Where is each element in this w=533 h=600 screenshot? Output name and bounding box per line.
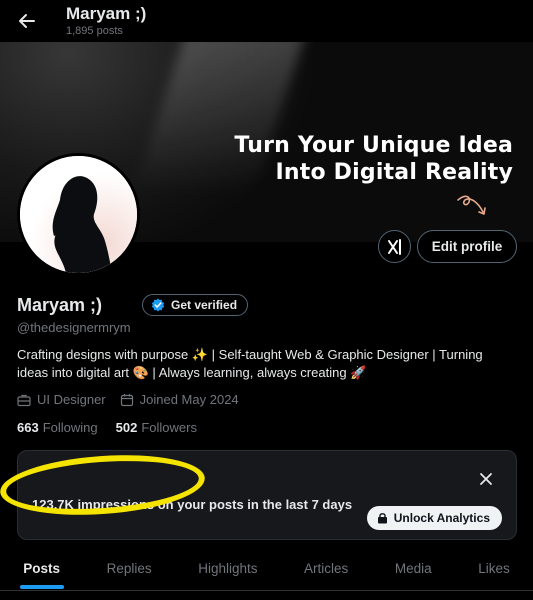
- follow-stats: 663 Following 502 Followers: [17, 420, 197, 435]
- tab-likes[interactable]: Likes: [455, 548, 533, 588]
- profession-item: UI Designer: [17, 392, 106, 407]
- close-icon: [480, 473, 492, 485]
- unlock-analytics-label: Unlock Analytics: [393, 511, 490, 525]
- avatar[interactable]: [17, 153, 140, 276]
- top-bar: Maryam ;) 1,895 posts: [0, 0, 533, 42]
- profile-bio: Crafting designs with purpose ✨ | Self-t…: [17, 347, 483, 380]
- get-verified-button[interactable]: Get verified: [142, 294, 249, 316]
- tab-label: Articles: [304, 560, 349, 576]
- header-title: Maryam ;): [66, 4, 147, 23]
- banner-line-2: Into Digital Reality: [275, 160, 513, 185]
- banner-headline: Turn Your Unique Idea Into Digital Reali…: [234, 132, 513, 186]
- following-link[interactable]: 663 Following: [17, 420, 98, 435]
- followers-link[interactable]: 502 Followers: [116, 420, 197, 435]
- following-label: Following: [42, 420, 98, 435]
- grok-icon: [387, 238, 401, 255]
- active-tab-indicator: [19, 585, 64, 589]
- lock-icon: [377, 513, 387, 524]
- tab-label: Media: [394, 560, 432, 576]
- analytics-card: 123.7K impressions on your posts in the …: [17, 450, 517, 540]
- followers-label: Followers: [141, 420, 197, 435]
- profession-label: UI Designer: [37, 392, 106, 407]
- get-verified-label: Get verified: [171, 298, 238, 312]
- user-handle: @thedesignermrym: [17, 320, 131, 335]
- verified-badge-icon: [151, 298, 165, 312]
- back-arrow-icon: [19, 14, 35, 28]
- tab-label: Likes: [478, 560, 510, 576]
- briefcase-icon: [17, 394, 31, 406]
- display-name: Maryam ;): [17, 295, 103, 315]
- tab-replies[interactable]: Replies: [83, 548, 175, 588]
- joined-item: Joined May 2024: [120, 392, 239, 407]
- joined-label: Joined May 2024: [139, 392, 239, 407]
- profile-meta: UI Designer Joined May 2024: [17, 392, 239, 407]
- tab-posts[interactable]: Posts: [0, 548, 83, 589]
- dismiss-card-button[interactable]: [478, 471, 494, 487]
- tabs-divider: [0, 590, 533, 591]
- tab-label: Posts: [23, 560, 61, 576]
- tab-label: Highlights: [198, 560, 258, 576]
- tab-label: Replies: [106, 560, 152, 576]
- calendar-icon: [120, 393, 133, 406]
- edit-profile-button[interactable]: Edit profile: [417, 230, 517, 263]
- grok-button[interactable]: [378, 230, 411, 263]
- tab-highlights[interactable]: Highlights: [175, 548, 281, 588]
- swirl-arrow-icon: [457, 195, 486, 215]
- avatar-silhouette-icon: [20, 156, 137, 273]
- back-button[interactable]: [14, 8, 40, 34]
- tab-media[interactable]: Media: [372, 548, 455, 588]
- unlock-analytics-button[interactable]: Unlock Analytics: [366, 506, 502, 530]
- post-count: 1,895 posts: [66, 25, 123, 37]
- banner-line-1: Turn Your Unique Idea: [234, 133, 513, 158]
- following-count: 663: [17, 420, 39, 435]
- profile-tabs: Posts Replies Highlights Articles Media …: [0, 548, 533, 589]
- tab-articles[interactable]: Articles: [281, 548, 372, 588]
- followers-count: 502: [115, 420, 138, 435]
- impressions-message: 123.7K impressions on your posts in the …: [32, 497, 353, 512]
